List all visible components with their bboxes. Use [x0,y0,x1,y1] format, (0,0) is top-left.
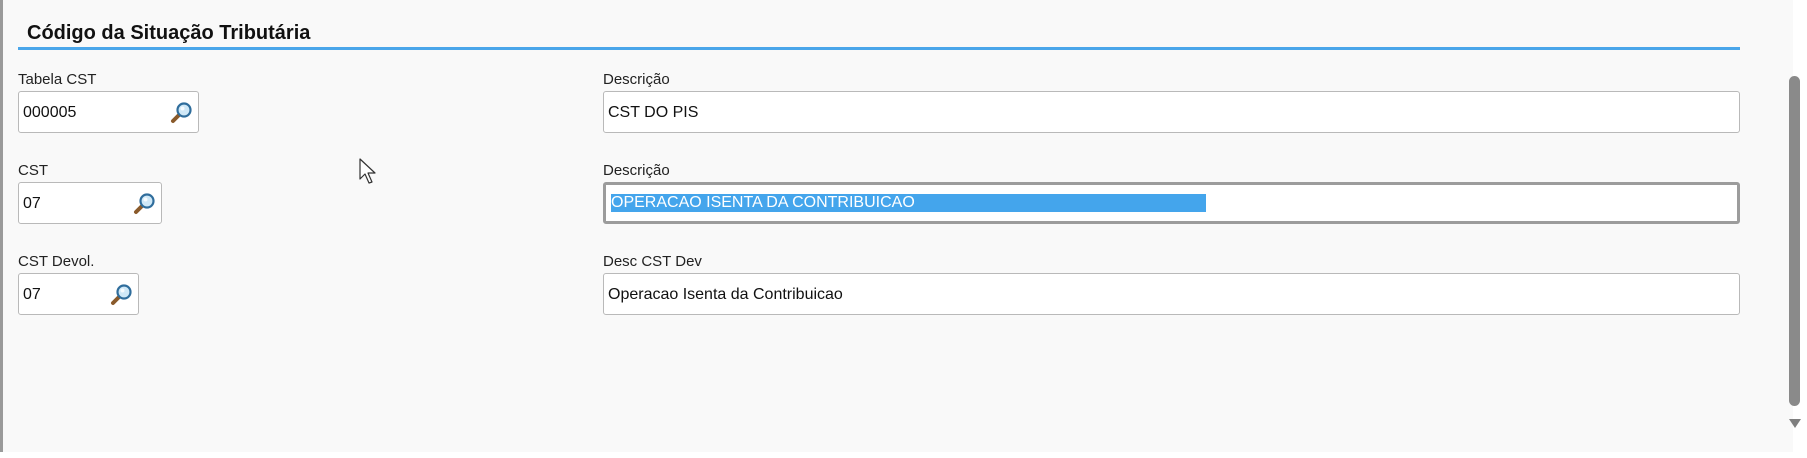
tabela-desc-label: Descrição [603,71,670,88]
cst-devol-field[interactable]: 07 [18,273,139,315]
search-icon[interactable] [133,191,157,215]
cst-desc-label: Descrição [603,162,670,179]
tabela-cst-label: Tabela CST [18,71,97,88]
cst-desc-value-selected: OPERACAO ISENTA DA CONTRIBUICAO [611,194,1206,212]
section-title: Código da Situação Tributária [27,22,311,44]
tabela-cst-field[interactable]: 000005 [18,91,199,133]
cst-desc-field[interactable]: OPERACAO ISENTA DA CONTRIBUICAO [603,182,1740,224]
cst-field[interactable]: 07 [18,182,162,224]
tabela-desc-value: CST DO PIS [608,104,699,121]
cst-devol-value: 07 [23,286,41,303]
scroll-down-arrow-icon[interactable] [1789,419,1801,428]
cst-value: 07 [23,195,41,212]
scrollbar-thumb[interactable] [1789,76,1800,406]
form-panel: Código da Situação Tributária Tabela CST… [0,0,1793,452]
cst-label: CST [18,162,48,179]
tabela-cst-value: 000005 [23,104,77,121]
mouse-cursor-icon [359,158,376,184]
search-icon[interactable] [110,282,134,306]
desc-cst-dev-value: Operacao Isenta da Contribuicao [608,286,843,303]
tabela-desc-field[interactable]: CST DO PIS [603,91,1740,133]
search-icon[interactable] [170,100,194,124]
section-divider [18,47,1740,50]
cst-devol-label: CST Devol. [18,253,95,270]
desc-cst-dev-field[interactable]: Operacao Isenta da Contribuicao [603,273,1740,315]
desc-cst-dev-label: Desc CST Dev [603,253,702,270]
